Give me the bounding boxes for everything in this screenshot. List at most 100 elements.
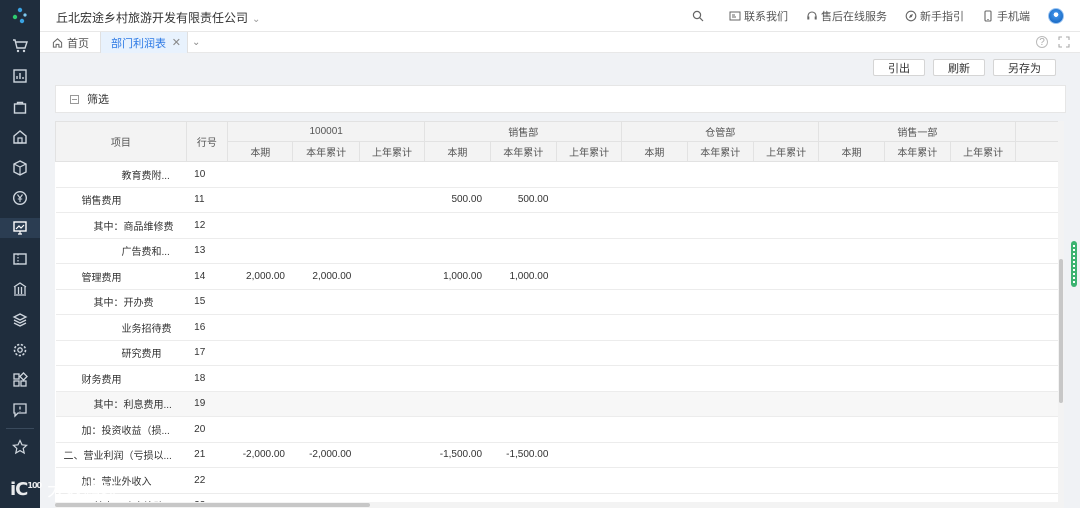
row-amount-cell[interactable] <box>950 365 1016 392</box>
row-amount-cell[interactable] <box>359 238 425 264</box>
row-amount-cell[interactable] <box>490 365 557 392</box>
row-amount-cell[interactable]: 2,000.00 <box>292 263 360 290</box>
row-amount-cell[interactable] <box>556 289 622 315</box>
row-amount-cell[interactable] <box>687 238 754 264</box>
report-chart-icon[interactable] <box>10 66 30 86</box>
row-amount-cell[interactable] <box>227 187 293 213</box>
row-amount-cell[interactable] <box>950 289 1016 315</box>
row-amount-cell[interactable] <box>884 289 951 315</box>
row-amount-cell[interactable] <box>227 161 293 188</box>
row-amount-cell[interactable] <box>424 238 491 264</box>
row-amount-cell[interactable] <box>621 365 688 392</box>
side-panel-handle[interactable] <box>1071 241 1077 287</box>
table-row[interactable]: 研究费用 17 <box>55 340 1060 366</box>
row-amount-cell[interactable] <box>687 416 754 443</box>
row-amount-cell[interactable] <box>227 314 293 341</box>
row-amount-cell[interactable] <box>490 289 557 315</box>
row-amount-cell[interactable] <box>292 391 360 417</box>
row-amount-cell[interactable]: -2,000.00 <box>292 442 360 468</box>
row-amount-cell[interactable] <box>490 340 557 366</box>
row-amount-cell[interactable] <box>621 212 688 239</box>
row-amount-cell[interactable] <box>753 289 819 315</box>
row-amount-cell[interactable]: 500.00 <box>424 187 491 213</box>
table-row[interactable]: 加：投资收益（损... 20 <box>55 416 1060 443</box>
row-amount-cell[interactable] <box>556 365 622 392</box>
row-amount-cell[interactable] <box>1015 314 1060 341</box>
row-amount-cell[interactable] <box>292 340 360 366</box>
row-amount-cell[interactable] <box>687 161 754 188</box>
row-amount-cell[interactable] <box>556 187 622 213</box>
row-amount-cell[interactable] <box>884 238 951 264</box>
beginner-guide-link[interactable]: 新手指引 <box>905 8 964 24</box>
row-amount-cell[interactable] <box>490 467 557 494</box>
row-amount-cell[interactable] <box>490 212 557 239</box>
row-amount-cell[interactable] <box>1015 263 1060 290</box>
feedback-icon[interactable] <box>10 400 30 420</box>
row-amount-cell[interactable] <box>621 187 688 213</box>
row-amount-cell[interactable] <box>818 391 885 417</box>
warehouse-icon[interactable] <box>10 127 30 147</box>
row-amount-cell[interactable] <box>424 212 491 239</box>
row-amount-cell[interactable] <box>884 187 951 213</box>
row-amount-cell[interactable] <box>359 416 425 443</box>
horizontal-scrollbar[interactable] <box>55 502 1060 508</box>
row-amount-cell[interactable] <box>556 340 622 366</box>
row-amount-cell[interactable] <box>556 263 622 290</box>
row-amount-cell[interactable] <box>818 442 885 468</box>
user-avatar[interactable] <box>1048 8 1064 24</box>
row-amount-cell[interactable] <box>227 416 293 443</box>
currency-icon[interactable] <box>10 188 30 208</box>
row-amount-cell[interactable]: 1,000.00 <box>424 263 491 290</box>
tab-department-profit[interactable]: 部门利润表 ✕ <box>100 32 188 53</box>
row-amount-cell[interactable] <box>884 391 951 417</box>
row-amount-cell[interactable] <box>753 212 819 239</box>
filter-panel[interactable]: 筛选 <box>55 85 1066 113</box>
row-amount-cell[interactable] <box>884 467 951 494</box>
row-amount-cell[interactable] <box>292 238 360 264</box>
row-amount-cell[interactable] <box>292 161 360 188</box>
row-amount-cell[interactable] <box>556 391 622 417</box>
row-amount-cell[interactable] <box>818 289 885 315</box>
row-amount-cell[interactable] <box>621 442 688 468</box>
search-button[interactable] <box>692 10 707 22</box>
table-row[interactable]: 其中：开办费 15 <box>55 289 1060 315</box>
row-amount-cell[interactable] <box>950 340 1016 366</box>
row-amount-cell[interactable] <box>227 238 293 264</box>
row-amount-cell[interactable] <box>753 187 819 213</box>
row-amount-cell[interactable] <box>1015 161 1060 188</box>
row-amount-cell[interactable] <box>950 467 1016 494</box>
row-amount-cell[interactable] <box>556 212 622 239</box>
row-amount-cell[interactable] <box>556 238 622 264</box>
bag-icon[interactable] <box>10 97 30 117</box>
row-amount-cell[interactable]: 2,000.00 <box>227 263 293 290</box>
row-amount-cell[interactable] <box>424 314 491 341</box>
finance-report-icon[interactable] <box>0 218 40 238</box>
row-amount-cell[interactable] <box>818 263 885 290</box>
row-amount-cell[interactable] <box>884 314 951 341</box>
row-amount-cell[interactable] <box>818 365 885 392</box>
contact-us-link[interactable]: 联系我们 <box>729 8 788 24</box>
table-row[interactable]: 其中：商品维修费 12 <box>55 212 1060 239</box>
row-amount-cell[interactable] <box>292 314 360 341</box>
collapse-toggle-icon[interactable] <box>70 94 79 104</box>
row-amount-cell[interactable] <box>753 365 819 392</box>
row-amount-cell[interactable] <box>227 212 293 239</box>
row-amount-cell[interactable] <box>556 442 622 468</box>
row-amount-cell[interactable] <box>950 161 1016 188</box>
row-amount-cell[interactable] <box>950 263 1016 290</box>
table-row[interactable]: 业务招待费 16 <box>55 314 1060 341</box>
row-amount-cell[interactable] <box>818 467 885 494</box>
save-as-button[interactable]: 另存为 <box>993 59 1056 76</box>
row-amount-cell[interactable] <box>818 187 885 213</box>
row-amount-cell[interactable] <box>1015 212 1060 239</box>
row-amount-cell[interactable] <box>818 161 885 188</box>
row-amount-cell[interactable] <box>424 365 491 392</box>
row-amount-cell[interactable]: 1,000.00 <box>490 263 557 290</box>
ticket-icon[interactable] <box>10 249 30 269</box>
table-row[interactable]: 财务费用 18 <box>55 365 1060 392</box>
row-amount-cell[interactable] <box>753 238 819 264</box>
row-amount-cell[interactable] <box>884 161 951 188</box>
row-amount-cell[interactable] <box>292 289 360 315</box>
row-amount-cell[interactable] <box>556 161 622 188</box>
row-amount-cell[interactable] <box>424 391 491 417</box>
